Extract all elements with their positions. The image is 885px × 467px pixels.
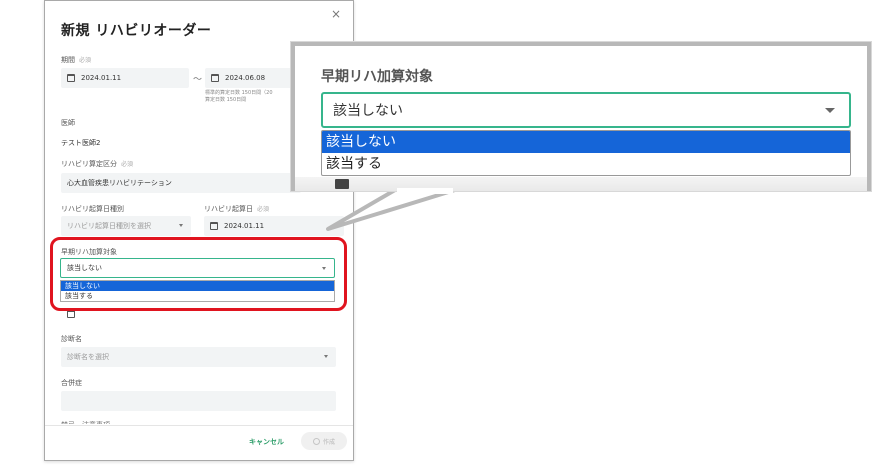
callout-option-applicable[interactable]: 該当する: [322, 153, 850, 175]
callout-pointer-shape: [326, 188, 457, 231]
callout-select[interactable]: 該当しない: [321, 92, 851, 128]
zoom-callout: 早期リハ加算対象 該当しない 該当しない 該当する: [291, 42, 871, 191]
callout-fade: [295, 177, 867, 191]
callout-title: 早期リハ加算対象: [321, 69, 433, 85]
callout-seam: [397, 188, 453, 194]
callout-selected: 該当しない: [333, 103, 403, 119]
calendar-icon: [335, 179, 349, 189]
callout-options: 該当しない 該当する: [321, 130, 851, 176]
chevron-down-icon: [825, 108, 835, 113]
callout-option-not-applicable[interactable]: 該当しない: [322, 131, 850, 153]
